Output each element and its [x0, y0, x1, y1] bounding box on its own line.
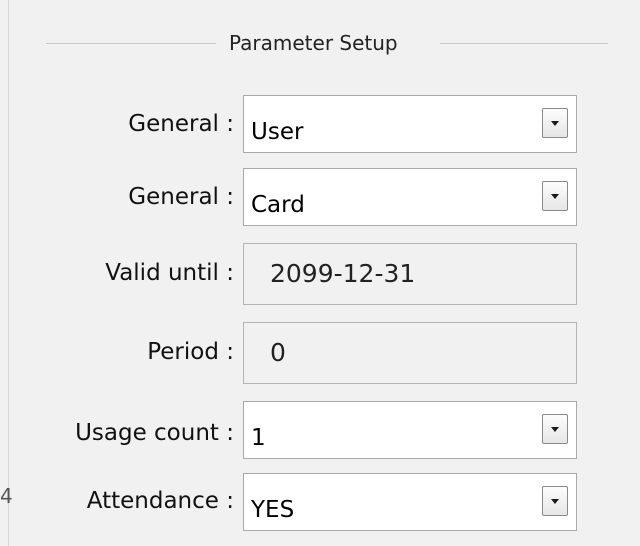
attendance-dropdown[interactable]: YES — [243, 473, 577, 531]
stray-text: 4 — [0, 484, 13, 508]
parameter-setup-panel: Parameter Setup General : User General :… — [0, 0, 640, 546]
groupbox-line-right — [440, 43, 608, 44]
attendance-dropdown-button[interactable] — [542, 486, 568, 516]
general-card-dropdown-button[interactable] — [542, 181, 568, 211]
period-label: Period : — [147, 339, 234, 365]
usage-count-value: 1 — [251, 425, 266, 451]
period-field: 0 — [243, 322, 577, 384]
valid-until-value: 2099-12-31 — [270, 259, 416, 288]
general-card-value: Card — [251, 192, 305, 218]
usage-count-label: Usage count : — [75, 420, 234, 446]
chevron-down-icon — [551, 499, 559, 504]
panel-left-border — [8, 0, 9, 546]
chevron-down-icon — [551, 427, 559, 432]
valid-until-field: 2099-12-31 — [243, 243, 577, 305]
groupbox-line-left — [46, 43, 216, 44]
attendance-label: Attendance : — [86, 488, 234, 514]
general-card-label: General : — [128, 184, 234, 210]
groupbox-title: Parameter Setup — [229, 31, 398, 55]
general-user-dropdown-button[interactable] — [542, 108, 568, 138]
general-user-label: General : — [128, 111, 234, 137]
attendance-value: YES — [251, 497, 295, 523]
period-value: 0 — [270, 338, 286, 367]
general-card-dropdown[interactable]: Card — [243, 168, 577, 226]
valid-until-label: Valid until : — [105, 260, 234, 286]
usage-count-dropdown[interactable]: 1 — [243, 401, 577, 459]
chevron-down-icon — [551, 194, 559, 199]
general-user-value: User — [251, 119, 304, 145]
usage-count-dropdown-button[interactable] — [542, 414, 568, 444]
chevron-down-icon — [551, 121, 559, 126]
general-user-dropdown[interactable]: User — [243, 95, 577, 153]
